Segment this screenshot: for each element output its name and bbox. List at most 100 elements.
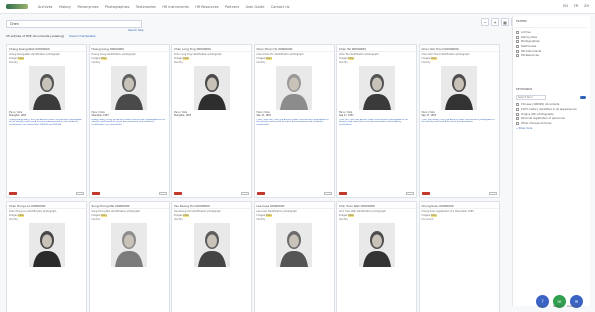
checkbox[interactable] — [516, 35, 519, 39]
grid-view-icon[interactable]: ▦ — [501, 18, 509, 26]
card-title[interactable]: Sung Chong Mei 00000000 — [89, 202, 169, 209]
result-card[interactable]: Chang Kuang-Wah 00000000 Chang Kuang-Wah … — [6, 44, 87, 198]
more-button[interactable] — [158, 191, 167, 195]
checkbox[interactable] — [516, 103, 519, 107]
nav-hr-instruments[interactable]: HR Instruments — [162, 5, 188, 9]
result-card[interactable]: Lee Cuse 00000000 Lee Cuse identification… — [253, 201, 335, 312]
keyword-item[interactable]: 100% history identifiers in all appearan… — [516, 107, 587, 111]
result-card[interactable]: Chen Yem Houd 00000000 Chen Yem Houd iden… — [418, 44, 500, 198]
checkbox[interactable] — [516, 54, 519, 58]
checkbox[interactable] — [516, 49, 519, 53]
more-button[interactable] — [488, 191, 497, 195]
card-title[interactable]: Chen Hong Loo 00000000 — [7, 202, 86, 209]
pdf-button[interactable] — [256, 191, 265, 195]
result-card[interactable]: Chung Kuan 00000000 Chung Kuan registrati… — [418, 201, 500, 312]
card-title[interactable]: Chen Chien Ho 00000000 — [254, 45, 334, 52]
result-card[interactable]: Chin Yuen Wah 00000000 Chin Yuen Wah iden… — [336, 201, 417, 312]
result-card[interactable]: Yau Kwong Hui 00000000 Yau Kwong Hui iden… — [171, 201, 252, 312]
result-card[interactable]: Chen Long Ting 00000000 Chen Long Ting id… — [171, 44, 252, 198]
portrait-photo[interactable] — [193, 223, 230, 267]
result-card[interactable]: Sung Chong Mei 00000000 Sung Chong Mei id… — [88, 201, 170, 312]
portrait-photo[interactable] — [28, 66, 65, 110]
filter-patronymies[interactable]: Patronymies — [516, 35, 587, 39]
card-title[interactable]: Chang Kuang-Wah 00000000 — [7, 45, 86, 52]
pdf-button[interactable] — [9, 191, 17, 195]
card-title[interactable]: Chen Long Ting 00000000 — [172, 45, 251, 52]
pdf-button[interactable] — [174, 191, 182, 195]
keyword-item[interactable]: Origins (00) photographs — [516, 112, 587, 116]
lang-zh[interactable]: ZH — [584, 4, 589, 8]
keyword-item[interactable]: Chinese (100000) documents — [516, 103, 587, 107]
search-templates-link[interactable]: Search templates — [69, 34, 95, 38]
portrait-photo[interactable] — [358, 223, 395, 267]
portrait-photo[interactable] — [111, 66, 147, 110]
checkbox[interactable] — [516, 31, 519, 34]
zoom-in-icon[interactable]: + — [491, 18, 499, 26]
nav-history[interactable]: History — [59, 5, 71, 9]
lang-en[interactable]: EN — [563, 4, 568, 8]
filter-hr-instruments[interactable]: HR Instruments — [516, 49, 587, 53]
result-card[interactable]: Chen Hong Loo 00000000 Chen Hong Loo iden… — [6, 201, 87, 312]
nav-partners[interactable]: Partners — [225, 5, 239, 9]
card-title[interactable]: Chen Tai 00000000 — [337, 45, 416, 52]
portrait-photo[interactable] — [193, 66, 230, 110]
card-footer — [339, 191, 414, 195]
nav-hr-resources[interactable]: HR Resources — [195, 5, 218, 9]
card-longtext[interactable]: Chen Chien Ho [Chen] HR Archive folder 0… — [255, 119, 334, 135]
portrait-photo[interactable] — [441, 66, 477, 110]
pdf-button[interactable] — [91, 191, 100, 195]
more-button[interactable] — [406, 191, 414, 195]
nav-archives[interactable]: Archives — [38, 5, 52, 9]
site-logo[interactable] — [6, 4, 28, 9]
portrait-photo[interactable] — [276, 223, 312, 267]
keyword-item[interactable]: Other Chinese Archives — [516, 121, 587, 125]
card-longtext[interactable]: Chen Tai [Chen] HR Archive folder 000034… — [337, 119, 416, 135]
portrait-photo[interactable] — [276, 66, 312, 110]
nav-photographies[interactable]: Photographies — [105, 5, 129, 9]
result-card[interactable]: Chen Tai 00000000 Chen Tai identification… — [336, 44, 417, 198]
card-title[interactable]: Yau Kwong Hui 00000000 — [172, 202, 251, 209]
card-title[interactable]: Chung Kuan 00000000 — [419, 202, 499, 209]
portrait-photo[interactable] — [111, 223, 147, 267]
keyword-search-input[interactable]: Search term — [516, 95, 546, 101]
card-title[interactable]: Huang Gong 00000000 — [89, 45, 169, 52]
filter-testimonies[interactable]: Testimonies — [516, 45, 587, 49]
more-button[interactable] — [241, 191, 249, 195]
card-longtext[interactable]: Huang Gong [Chen] HR Archive folder 0000… — [90, 119, 169, 135]
search-help-link[interactable]: Search help — [128, 29, 143, 32]
zoom-out-icon[interactable]: − — [481, 18, 489, 26]
search-input[interactable] — [7, 21, 141, 27]
highlight-tag: Chen — [100, 57, 107, 60]
checkbox[interactable] — [516, 121, 519, 125]
nav-patronymies[interactable]: Patronymies — [78, 5, 99, 9]
more-button[interactable] — [76, 191, 84, 195]
card-longtext[interactable]: Chang Kuang-Wah [Chen] HR Archive folder… — [7, 119, 86, 135]
pdf-button[interactable] — [421, 191, 430, 195]
result-card[interactable]: Chen Chien Ho 00000000 Chen Chien Ho iden… — [253, 44, 335, 198]
nav-contact[interactable]: Contact Us — [271, 5, 290, 9]
checkbox[interactable] — [516, 107, 519, 111]
nav-user-guide[interactable]: User Guide — [246, 5, 265, 9]
more-button[interactable] — [323, 191, 332, 195]
pdf-button[interactable] — [339, 191, 347, 195]
filter-photographies[interactable]: Photographies — [516, 40, 587, 44]
card-title[interactable]: Lee Cuse 00000000 — [254, 202, 334, 209]
filter-hr-resources[interactable]: HR Resources — [516, 54, 587, 58]
filter-archive[interactable]: Archive — [516, 31, 587, 34]
portrait-photo[interactable] — [28, 223, 65, 267]
result-card[interactable]: Huang Gong 00000000 Huang Gong identifica… — [88, 44, 170, 198]
show-more-link[interactable]: + Show more — [516, 127, 587, 130]
portrait-photo[interactable] — [358, 66, 395, 110]
nav-testimonies[interactable]: Testimonies — [136, 5, 156, 9]
checkbox[interactable] — [516, 112, 519, 116]
card-longtext[interactable]: Chen Yem Houd [Chen] HR Archive folder 0… — [420, 119, 499, 135]
checkbox[interactable] — [516, 117, 519, 121]
keyword-item[interactable]: Personal registration of personnel — [516, 117, 587, 121]
checkbox[interactable] — [516, 45, 519, 49]
checkbox[interactable] — [516, 40, 519, 44]
card-title[interactable]: Chen Yem Houd 00000000 — [419, 45, 499, 52]
keywords-toggle[interactable] — [580, 96, 586, 99]
card-title[interactable]: Chin Yuen Wah 00000000 — [337, 202, 416, 209]
result-count-text: 25 entries of 835 documents (viewing) — [6, 34, 65, 38]
lang-fr[interactable]: FR — [574, 4, 578, 8]
